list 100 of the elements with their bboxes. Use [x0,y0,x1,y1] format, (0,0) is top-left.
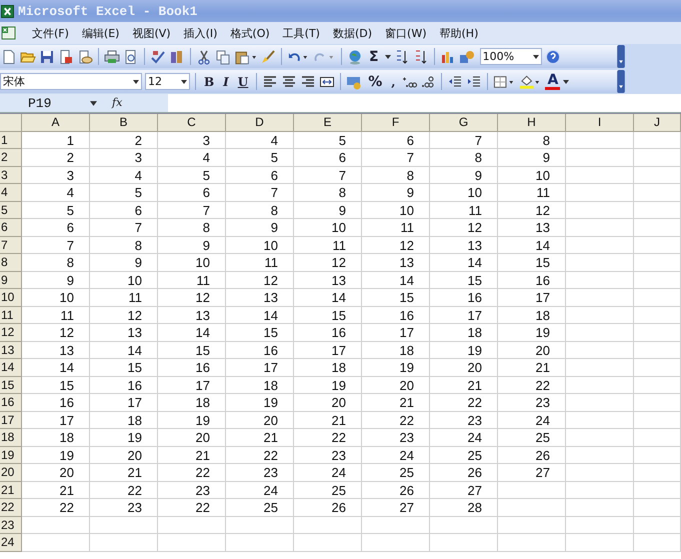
column-header[interactable]: A [22,114,90,132]
row-header[interactable]: 21 [0,482,22,499]
brush-icon[interactable] [260,48,276,64]
align-left-icon[interactable] [262,74,278,90]
row-header[interactable]: 9 [0,272,22,289]
row-header[interactable]: 4 [0,184,22,202]
spelling-icon[interactable] [150,48,166,64]
table-cell: 22 [226,446,294,464]
column-header[interactable]: I [566,114,634,132]
menu-item[interactable]: 帮助(H) [440,26,478,40]
column-header[interactable]: J [634,114,681,132]
table-cell: 2 [22,149,90,166]
table-cell: 19 [362,359,430,376]
cut-icon[interactable] [196,48,212,64]
globe-icon[interactable] [347,48,363,64]
align-right-icon[interactable] [300,74,316,90]
empty-cell [634,236,681,254]
table-cell: 25 [430,446,498,464]
table-cell: 5 [294,132,362,149]
menu-item[interactable]: 视图(V) [132,26,171,40]
row-header[interactable]: 7 [0,236,22,254]
menu-item[interactable]: 数据(D) [332,26,372,40]
printer-icon[interactable] [104,48,120,64]
row-header[interactable]: 23 [0,516,22,534]
row-header[interactable]: 5 [0,202,22,219]
row-header[interactable]: 2 [0,149,22,166]
menu-item[interactable]: 工具(T) [282,26,320,40]
table-cell: 21 [22,482,90,499]
row-header[interactable]: 19 [0,446,22,464]
autosum-button[interactable]: Σ [366,48,382,64]
table-cell: 22 [158,464,226,482]
row-header[interactable]: 14 [0,359,22,376]
menu-item[interactable]: 文件(F) [32,26,69,40]
row-header[interactable]: 13 [0,342,22,359]
row-header[interactable]: 20 [0,464,22,482]
toolbar-options-icon[interactable] [617,70,625,93]
zoom-dropdown[interactable]: 100% [480,48,542,65]
row-header[interactable]: 16 [0,394,22,412]
menu-item[interactable]: 格式(O) [230,26,270,40]
row-header[interactable]: 15 [0,376,22,394]
menu-item[interactable]: 编辑(E) [82,26,120,40]
drawing-icon[interactable] [458,48,475,64]
dropdown-arrow-icon[interactable] [384,54,391,58]
new-document-icon[interactable] [1,48,17,64]
column-header[interactable]: C [158,114,226,132]
row-header[interactable]: 24 [0,534,22,552]
table-cell: 2 [90,132,158,149]
row-header[interactable]: 11 [0,306,22,324]
table-cell: 11 [294,236,362,254]
toolbar-options-icon[interactable] [617,45,625,68]
empty-cell [566,254,634,272]
column-header[interactable]: D [226,114,294,132]
column-header[interactable]: F [362,114,430,132]
insert-function-button[interactable]: fx [112,94,168,112]
table-cell: 20 [498,342,566,359]
menu-item[interactable]: 插入(I) [184,26,218,40]
row-header[interactable]: 10 [0,289,22,306]
row-header[interactable]: 12 [0,324,22,342]
copy-icon[interactable] [215,48,231,64]
empty-cell [294,516,362,534]
table-cell: 17 [362,324,430,342]
table-cell: 20 [22,464,90,482]
table-cell: 14 [90,342,158,359]
row-header[interactable]: 17 [0,412,22,429]
save-icon[interactable] [39,48,55,64]
table-cell: 18 [362,342,430,359]
table-cell: 13 [362,254,430,272]
column-header[interactable]: G [430,114,498,132]
paste-icon[interactable] [234,48,257,64]
decrease-decimal-icon[interactable] [420,74,436,90]
underline-button[interactable]: U [234,74,252,90]
row-header[interactable]: 6 [0,219,22,236]
name-box[interactable]: P19 [0,94,112,112]
table-cell: 10 [158,254,226,272]
align-center-icon[interactable] [281,74,298,90]
row-header[interactable]: 1 [0,132,22,149]
column-header[interactable]: B [90,114,158,132]
row-header[interactable]: 22 [0,499,22,516]
empty-cell [566,342,634,359]
increase-indent-icon[interactable] [466,74,482,90]
empty-cell [498,534,566,552]
font-color-button[interactable]: A [545,74,560,90]
table-cell: 5 [22,202,90,219]
comma-button[interactable]: , [388,74,398,90]
italic-button[interactable]: I [220,74,232,90]
decrease-indent-icon[interactable] [447,74,464,90]
table-cell: 17 [498,289,566,306]
row-header[interactable]: 18 [0,429,22,446]
font-name-dropdown[interactable]: 宋体 [0,73,142,90]
row-header[interactable]: 8 [0,254,22,272]
percent-button[interactable]: % [365,74,386,90]
column-header[interactable]: H [498,114,566,132]
bold-button[interactable]: B [201,74,218,90]
menu-item[interactable]: 窗口(W) [385,26,426,40]
help-icon[interactable] [544,48,561,64]
column-header[interactable]: E [294,114,362,132]
dropdown-arrow-icon[interactable] [563,80,570,84]
row-header[interactable]: 3 [0,166,22,184]
font-size-dropdown[interactable]: 12 [145,73,190,90]
table-cell: 27 [430,482,498,499]
